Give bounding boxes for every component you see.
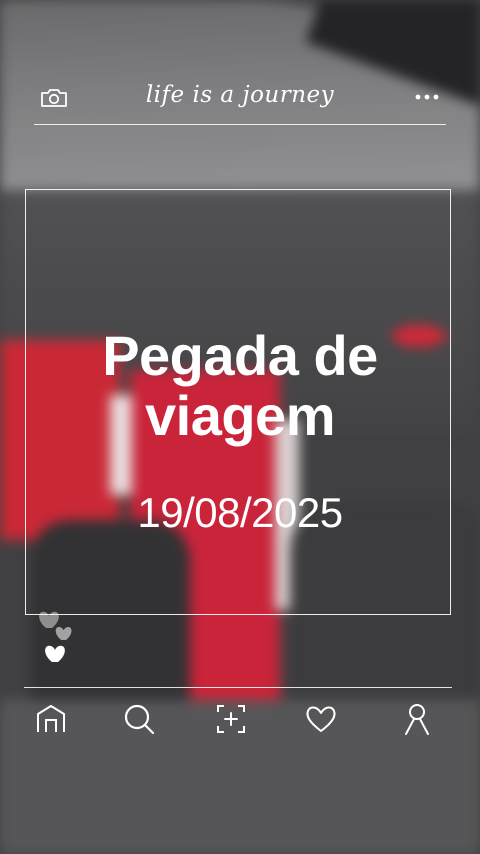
reaction-hearts[interactable] <box>38 608 86 666</box>
add-post-icon[interactable] <box>214 702 248 736</box>
home-icon[interactable] <box>34 702 68 736</box>
app-tagline: life is a journey <box>145 82 335 108</box>
more-icon[interactable] <box>414 90 440 104</box>
profile-icon[interactable] <box>400 702 434 736</box>
search-icon[interactable] <box>122 702 156 736</box>
heart-icon <box>45 645 65 662</box>
likes-icon[interactable] <box>304 702 338 736</box>
heart-icon <box>39 611 59 628</box>
post-title: Pegada de viagem <box>102 324 378 447</box>
heart-icon <box>55 626 72 640</box>
post-date: 19/08/2025 <box>137 489 343 536</box>
top-bar: life is a journey <box>34 76 446 125</box>
bottom-nav <box>24 687 452 748</box>
